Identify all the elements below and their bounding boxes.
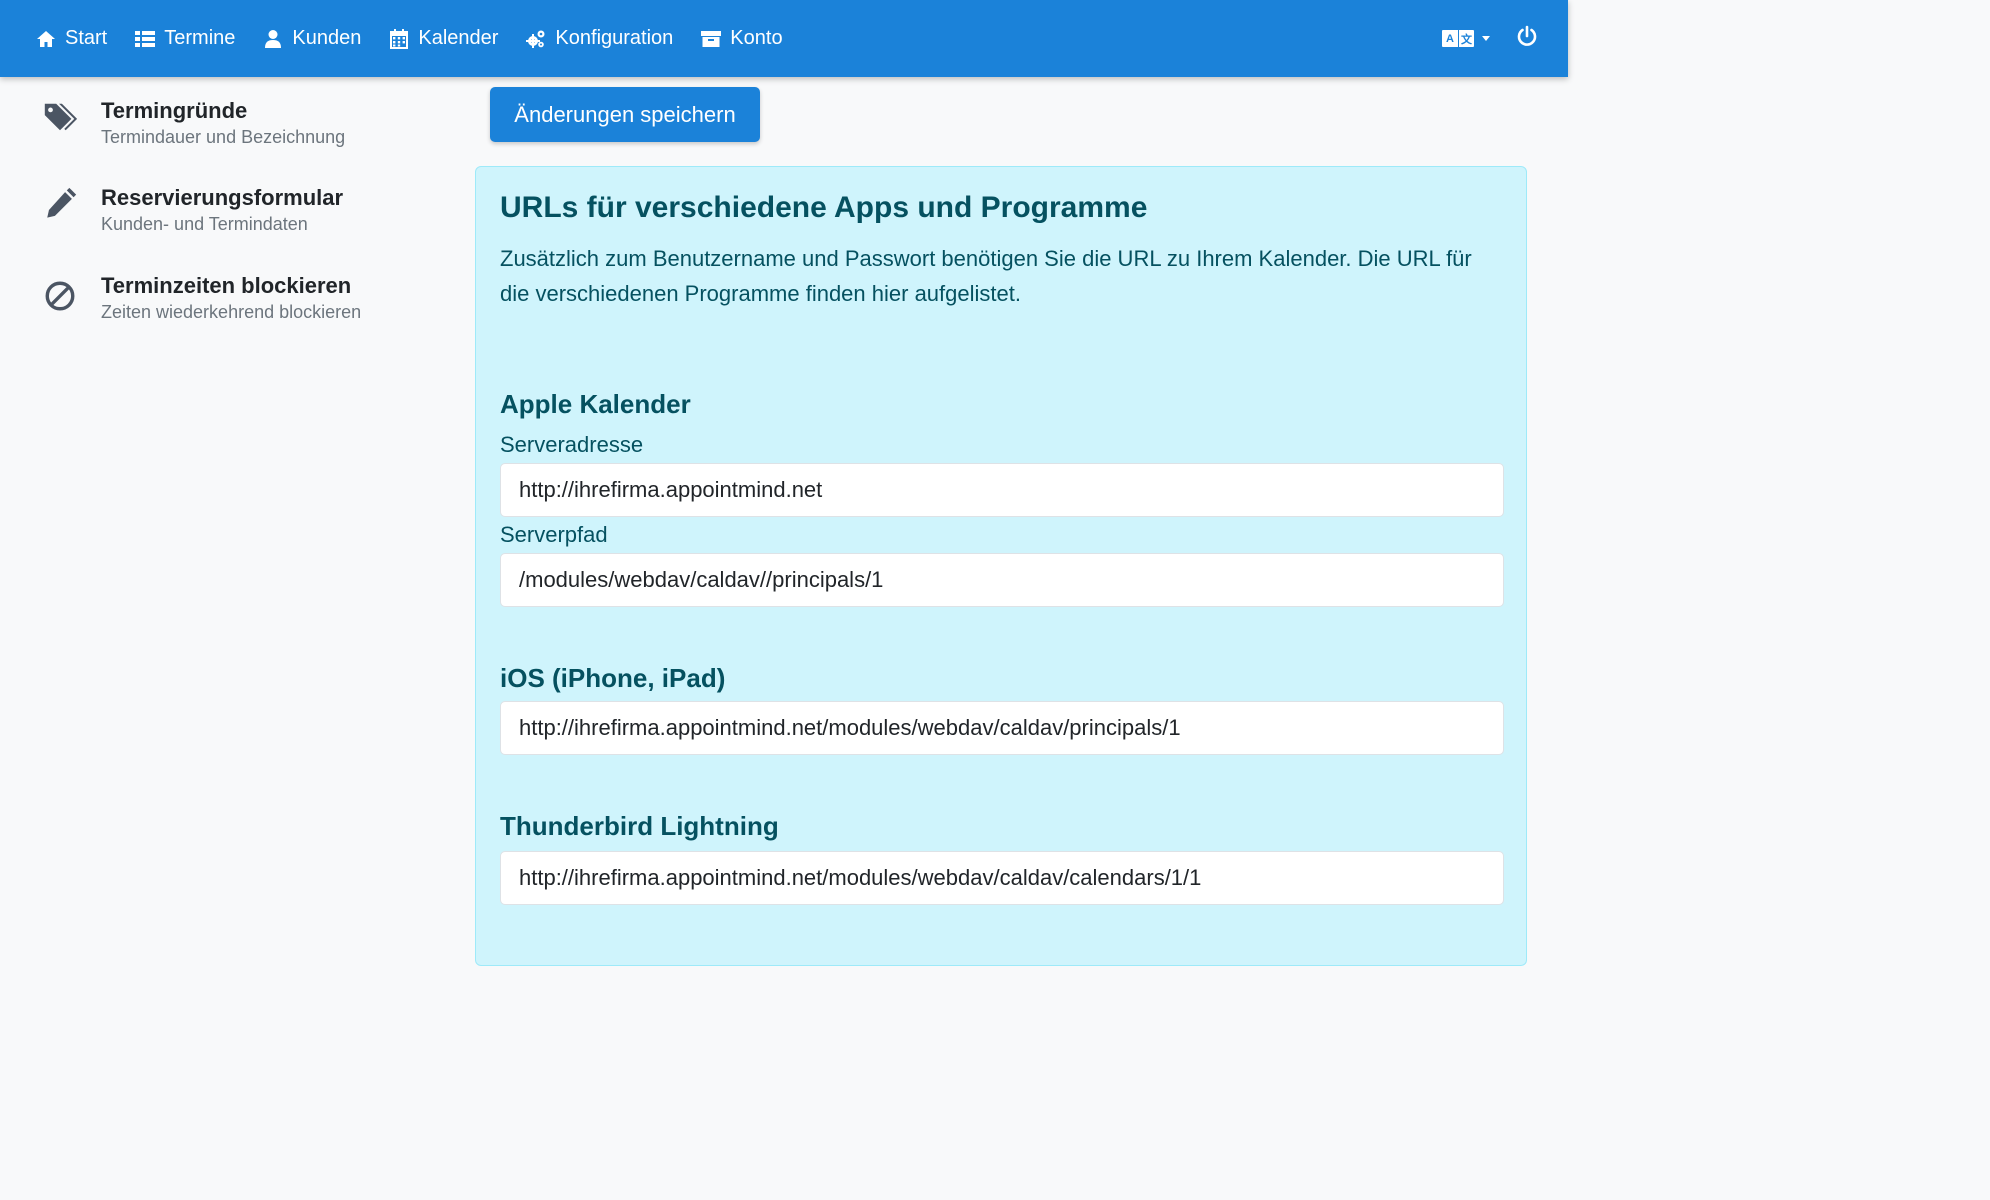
sidebar-item-title: Termingründe [101, 98, 248, 123]
panel-description: Zusätzlich zum Benutzername und Passwort… [500, 246, 1472, 306]
server-path-label: Serverpfad [500, 522, 608, 547]
ban-icon [40, 276, 80, 316]
nav-kalender[interactable]: Kalender [389, 0, 498, 77]
archive-icon [701, 30, 722, 47]
nav-kalender-label: Kalender [418, 27, 499, 49]
server-address-label: Serveradresse [500, 432, 644, 457]
list-icon [135, 30, 156, 47]
sidebar-item-reservierungsformular[interactable]: Reservierungsformular Kunden- und Termin… [40, 184, 460, 254]
sidebar-item-title: Reservierungsformular [101, 185, 344, 210]
sidebar-item-termingruende[interactable]: Termingründe Termindauer und Bezeichnung [40, 97, 460, 167]
sidebar-item-subtitle: Termindauer und Bezeichnung [101, 127, 346, 147]
apple-section-title: Apple Kalender [500, 389, 691, 419]
caldav-urls-panel: URLs für verschiedene Apps und Programme… [475, 166, 1527, 966]
cogs-icon [526, 30, 545, 48]
nav-start[interactable]: Start [36, 0, 107, 77]
nav-konfiguration[interactable]: Konfiguration [526, 0, 673, 77]
nav-start-label: Start [65, 27, 108, 49]
chevron-down-icon [1482, 36, 1490, 41]
nav-menu: Start Termine Kunden Kalender Konfigurat… [36, 0, 811, 77]
panel-title: URLs für verschiedene Apps und Programme [500, 191, 1148, 224]
top-navbar: Start Termine Kunden Kalender Konfigurat… [0, 0, 1568, 77]
home-icon [37, 30, 55, 47]
sidebar-item-subtitle: Zeiten wiederkehrend blockieren [101, 302, 362, 322]
ios-section-title: iOS (iPhone, iPad) [500, 663, 726, 693]
nav-termine[interactable]: Termine [135, 0, 235, 77]
calendar-icon [390, 28, 409, 49]
nav-kunden[interactable]: Kunden [263, 0, 361, 77]
save-changes-button[interactable]: Änderungen speichern [490, 87, 760, 142]
apple-server-address-field[interactable] [500, 463, 1504, 517]
language-icon: A 文 [1442, 30, 1474, 47]
sidebar-item-subtitle: Kunden- und Termindaten [101, 214, 308, 234]
pencil-icon [40, 184, 80, 224]
sidebar-item-terminzeiten-blockieren[interactable]: Terminzeiten blockieren Zeiten wiederkeh… [40, 272, 460, 342]
logout-button[interactable] [1516, 25, 1538, 52]
nav-right: A 文 [1442, 25, 1538, 52]
power-icon [1517, 25, 1537, 46]
apple-server-path-field[interactable] [500, 553, 1504, 607]
user-icon [265, 29, 282, 48]
nav-kunden-label: Kunden [292, 27, 362, 49]
thunderbird-url-field[interactable] [500, 851, 1504, 905]
nav-termine-label: Termine [164, 27, 236, 49]
nav-konto-label: Konto [730, 27, 783, 49]
nav-konfiguration-label: Konfiguration [555, 27, 674, 49]
tags-icon [40, 97, 80, 137]
thunderbird-section-title: Thunderbird Lightning [500, 811, 779, 841]
ios-url-field[interactable] [500, 701, 1504, 755]
nav-konto[interactable]: Konto [701, 0, 783, 77]
language-dropdown[interactable]: A 文 [1442, 30, 1490, 47]
sidebar-item-title: Terminzeiten blockieren [101, 273, 352, 298]
